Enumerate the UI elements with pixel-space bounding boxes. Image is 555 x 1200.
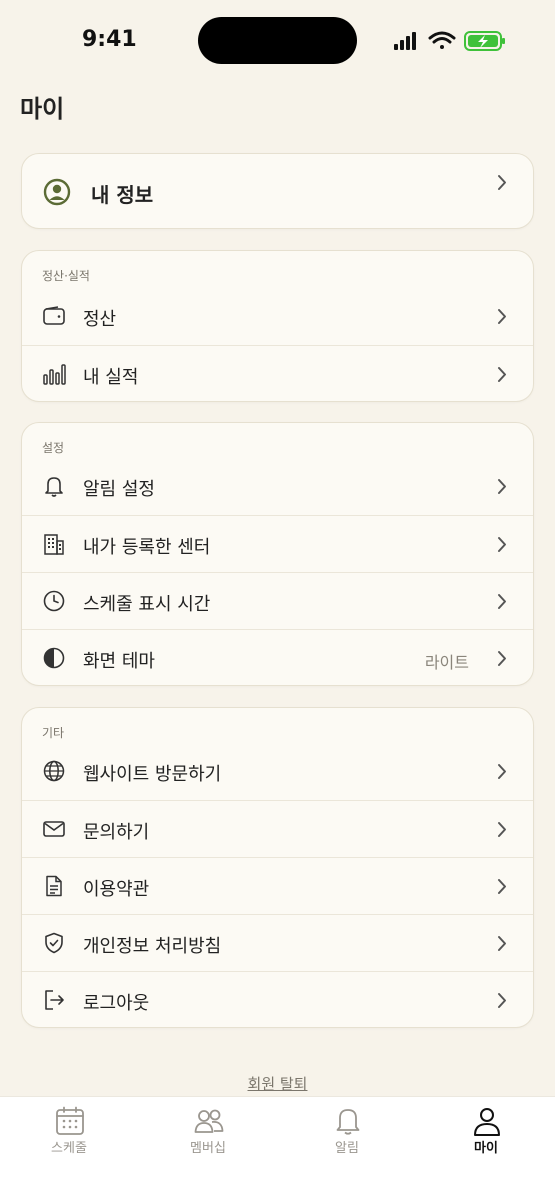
tab-my[interactable]: 마이: [417, 1097, 555, 1167]
chevron-right-icon: [498, 594, 506, 609]
tab-label: 스케줄: [51, 1141, 87, 1156]
bell-icon: [45, 477, 63, 497]
screen-theme-row[interactable]: 화면 테마 라이트: [22, 629, 533, 686]
chevron-right-icon: [498, 537, 506, 552]
chevron-right-icon: [498, 309, 506, 324]
members-icon: [194, 1109, 224, 1133]
clock-icon: [43, 590, 65, 612]
contact-row[interactable]: 문의하기: [22, 800, 533, 857]
row-label: 화면 테마: [83, 651, 155, 672]
mail-icon: [43, 821, 65, 837]
notification-settings-row[interactable]: 알림 설정: [22, 458, 533, 515]
tab-membership[interactable]: 멤버십: [139, 1097, 277, 1167]
logout-row[interactable]: 로그아웃: [22, 971, 533, 1028]
section-title-etc: 기타: [42, 726, 65, 740]
row-label: 정산: [83, 309, 117, 330]
signal-icon: [394, 32, 416, 50]
page-title: 마이: [20, 95, 65, 123]
wallet-icon: [43, 306, 65, 325]
row-label: 스케줄 표시 시간: [83, 594, 211, 615]
chevron-right-icon: [498, 879, 506, 894]
chevron-right-icon: [498, 764, 506, 779]
chevron-right-icon: [498, 367, 506, 382]
tab-label: 알림: [335, 1141, 359, 1156]
row-label: 알림 설정: [83, 479, 155, 500]
my-info-row[interactable]: 내 정보: [22, 154, 533, 230]
row-label: 내가 등록한 센터: [83, 537, 211, 558]
battery-icon: [464, 31, 505, 51]
tab-label: 마이: [474, 1141, 498, 1156]
calendar-icon: [56, 1106, 84, 1135]
tab-bar: 스케줄 멤버십 알림 마이: [0, 1096, 555, 1200]
row-label: 문의하기: [83, 822, 150, 843]
row-label: 개인정보 처리방침: [83, 936, 222, 957]
theme-value: 라이트: [424, 653, 469, 672]
row-label: 웹사이트 방문하기: [83, 764, 222, 785]
chevron-right-icon: [498, 651, 506, 666]
settings-card: 설정 알림 설정 내가 등록한 센터 스케줄 표시 시간 화면 테마 라이트: [21, 422, 534, 686]
my-centers-row[interactable]: 내가 등록한 센터: [22, 515, 533, 572]
row-label: 로그아웃: [83, 993, 150, 1014]
withdraw-link[interactable]: 회원 탈퇴: [0, 1073, 555, 1094]
tab-schedule[interactable]: 스케줄: [0, 1097, 138, 1167]
bell-icon: [336, 1109, 360, 1135]
chevron-right-icon: [498, 175, 506, 190]
globe-icon: [43, 760, 65, 782]
privacy-policy-row[interactable]: 개인정보 처리방침: [22, 914, 533, 971]
my-performance-row[interactable]: 내 실적: [22, 345, 533, 402]
section-title-settings: 설정: [42, 441, 65, 455]
status-bar: 9:41: [0, 0, 555, 80]
dynamic-island: [198, 17, 357, 64]
contrast-icon: [43, 647, 65, 669]
document-icon: [46, 875, 62, 897]
logout-icon: [45, 990, 64, 1010]
status-icons: [394, 31, 505, 51]
settlement-row[interactable]: 정산: [22, 288, 533, 345]
row-label: 이용약관: [83, 879, 150, 900]
chevron-right-icon: [498, 822, 506, 837]
shield-check-icon: [45, 932, 63, 954]
settlement-card: 정산·실적 정산 내 실적: [21, 250, 534, 402]
visit-website-row[interactable]: 웹사이트 방문하기: [22, 743, 533, 800]
person-icon: [474, 1108, 500, 1136]
my-info-label: 내 정보: [91, 183, 154, 207]
tab-notifications[interactable]: 알림: [278, 1097, 416, 1167]
row-label: 내 실적: [83, 367, 139, 388]
etc-card: 기타 웹사이트 방문하기 문의하기 이용약관 개인정보 처리방침 로그아웃: [21, 707, 534, 1028]
chevron-right-icon: [498, 479, 506, 494]
profile-card: 내 정보: [21, 153, 534, 229]
user-circle-icon: [43, 178, 71, 206]
terms-row[interactable]: 이용약관: [22, 857, 533, 914]
bar-chart-icon: [43, 364, 66, 385]
chevron-right-icon: [498, 993, 506, 1008]
building-icon: [44, 534, 64, 555]
chevron-right-icon: [498, 936, 506, 951]
section-title-settlement: 정산·실적: [42, 269, 90, 283]
tab-label: 멤버십: [190, 1141, 226, 1156]
wifi-icon: [428, 31, 456, 49]
status-time: 9:41: [82, 27, 137, 52]
schedule-display-time-row[interactable]: 스케줄 표시 시간: [22, 572, 533, 629]
